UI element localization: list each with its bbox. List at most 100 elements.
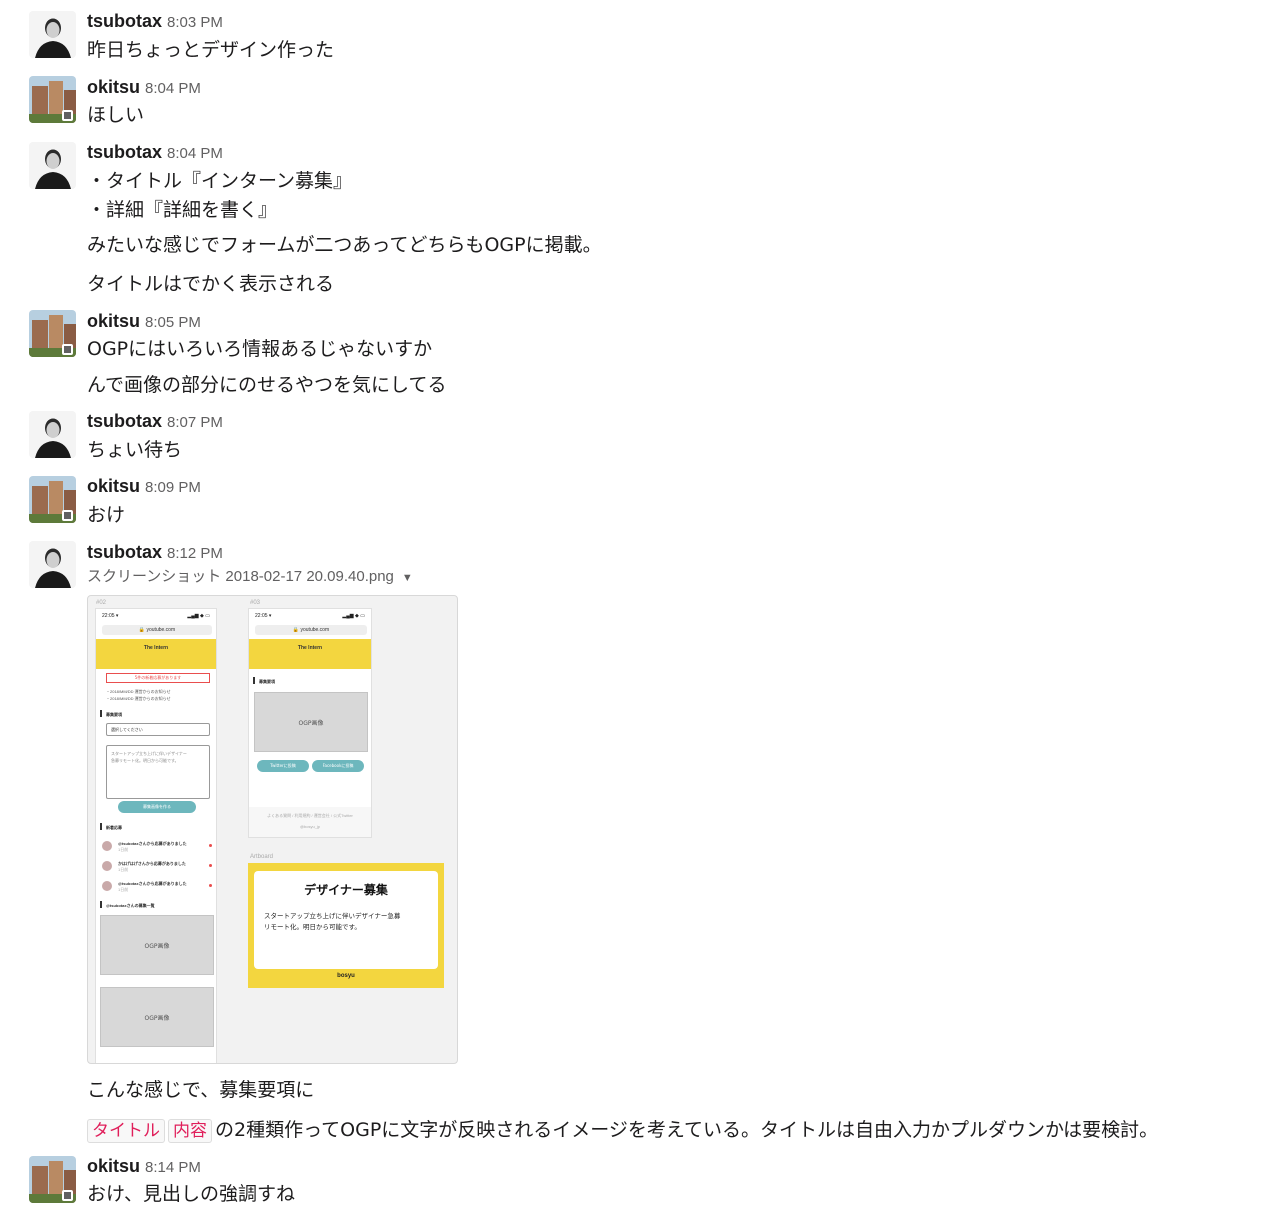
username[interactable]: tsubotax	[87, 542, 162, 562]
message-text: の2種類作ってOGPに文字が反映されるイメージを考えている。タイトルは自由入力か…	[215, 1119, 1159, 1141]
avatar-tsubotax[interactable]	[29, 541, 76, 588]
presence-indicator	[62, 1190, 73, 1201]
applicant-time: 1日前	[118, 847, 129, 852]
file-name[interactable]: スクリーンショット 2018-02-17 20.09.40.png	[87, 568, 394, 585]
artboard-label: #03	[250, 600, 261, 606]
timestamp[interactable]: 8:04 PM	[145, 80, 201, 97]
textarea-field: スタートアップ立ち上げに伴いデザイナー 急募リモート化。明日から可能です。	[106, 745, 210, 799]
timestamp[interactable]: 8:14 PM	[145, 1159, 201, 1176]
unread-dot	[209, 844, 212, 847]
phone-mockup-03: 22:05 ▾ ▂▄▆ ◆ ▭ 🔒 youtube.com The Intern …	[248, 608, 372, 838]
user-photo-icon	[29, 541, 76, 588]
textarea-text: 急募リモート化。明日から可能です。	[111, 758, 179, 763]
news-item: ・2018/MM/DD 運営からのお知らせ	[106, 696, 171, 701]
username[interactable]: okitsu	[87, 311, 140, 331]
message-text: おけ	[87, 504, 126, 526]
message-text-with-code: タイトル 内容 の2種類作ってOGPに文字が反映されるイメージを考えている。タイトル…	[87, 1118, 1158, 1143]
url-bar: 🔒 youtube.com	[102, 625, 212, 635]
message-text: ちょい待ち	[87, 439, 183, 461]
message-header: okitsu 8:05 PM	[87, 311, 201, 333]
signal-icon: ▂▄▆ ◆ ▭	[342, 613, 365, 619]
presence-indicator	[62, 510, 73, 521]
facebook-post-button: Facebookに投稿	[312, 760, 364, 772]
section-heading: 募集要項	[106, 712, 122, 717]
message-header: okitsu 8:14 PM	[87, 1156, 201, 1178]
message-text: OGPにはいろいろ情報あるじゃないすか	[87, 338, 433, 360]
username[interactable]: okitsu	[87, 476, 140, 496]
unread-dot	[209, 864, 212, 867]
message-text: みたいな感じでフォームが二つあってどちらもOGPに掲載。	[87, 234, 602, 256]
timestamp[interactable]: 8:09 PM	[145, 479, 201, 496]
username[interactable]: tsubotax	[87, 11, 162, 31]
twitter-post-button: Twitterに投稿	[257, 760, 309, 772]
timestamp[interactable]: 8:12 PM	[167, 545, 223, 562]
ogp-placeholder: OGP画像	[100, 915, 214, 975]
section-marker	[253, 677, 255, 684]
inline-code: タイトル	[87, 1119, 165, 1143]
phone-footer: よくある質問 / 利用規約 / 運営会社 / 公式Twitter @bosyu_…	[249, 807, 371, 837]
create-image-button: 募集画像を作る	[118, 801, 196, 813]
ogp-placeholder: OGP画像	[254, 692, 368, 752]
section-marker	[100, 823, 102, 830]
username[interactable]: okitsu	[87, 1156, 140, 1176]
message-text: ・詳細『詳細を書く』	[87, 199, 278, 221]
presence-indicator	[62, 344, 73, 355]
section-marker	[100, 710, 102, 717]
user-photo-icon	[29, 411, 76, 458]
timestamp[interactable]: 8:05 PM	[145, 314, 201, 331]
message-header: okitsu 8:09 PM	[87, 476, 201, 498]
avatar-tsubotax[interactable]	[29, 411, 76, 458]
ogp-card-line: リモート化。明日から可能です。	[264, 923, 361, 931]
message-header: tsubotax 8:03 PM	[87, 11, 223, 33]
ogp-card-title: デザイナー募集	[304, 883, 388, 897]
alert-banner: 5件の新着応募があります	[106, 673, 210, 683]
image-attachment[interactable]: #02 #03 22:05 ▾ ▂▄▆ ◆ ▭ 🔒 youtube.com The…	[87, 595, 458, 1064]
timestamp[interactable]: 8:03 PM	[167, 14, 223, 31]
applicant-avatar	[102, 861, 112, 871]
signal-icon: ▂▄▆ ◆ ▭	[187, 613, 210, 619]
status-time: 22:05 ▾	[255, 613, 272, 619]
footer-links: よくある質問 / 利用規約 / 運営会社 / 公式Twitter	[267, 813, 353, 818]
textarea-text: スタートアップ立ち上げに伴いデザイナー	[111, 751, 187, 756]
username[interactable]: okitsu	[87, 77, 140, 97]
artboard-label: Artboard	[250, 854, 274, 860]
status-time: 22:05 ▾	[102, 613, 119, 619]
message-text: ・タイトル『インターン募集』	[87, 170, 353, 192]
section-marker	[100, 901, 102, 908]
applicant-time: 1日前	[118, 867, 129, 872]
section-heading: 募集要項	[259, 679, 275, 684]
footer-handle: @bosyu_jp	[299, 824, 321, 829]
news-item: ・2018/MM/DD 運営からのお知らせ	[106, 689, 171, 694]
user-photo-icon	[29, 142, 76, 189]
file-title[interactable]: スクリーンショット 2018-02-17 20.09.40.png ▼	[87, 567, 413, 588]
timestamp[interactable]: 8:07 PM	[167, 414, 223, 431]
message-text: おけ、見出しの強調すね	[87, 1183, 296, 1205]
avatar-tsubotax[interactable]	[29, 142, 76, 189]
phone-mockup-02: 22:05 ▾ ▂▄▆ ◆ ▭ 🔒 youtube.com The Intern …	[95, 608, 217, 1063]
artboard-label: #02	[96, 600, 107, 606]
applicant-avatar	[102, 881, 112, 891]
inline-code: 内容	[168, 1119, 212, 1143]
chevron-down-icon[interactable]: ▼	[402, 568, 413, 588]
status-bar: 22:05 ▾ ▂▄▆ ◆ ▭	[96, 609, 216, 623]
message-header: okitsu 8:04 PM	[87, 77, 201, 99]
app-header: The Intern	[249, 639, 371, 669]
message-header: tsubotax 8:07 PM	[87, 411, 223, 433]
ogp-card-line: スタートアップ立ち上げに伴いデザイナー急募	[264, 912, 401, 920]
section-heading: 新着応募	[106, 825, 122, 830]
username[interactable]: tsubotax	[87, 411, 162, 431]
timestamp[interactable]: 8:04 PM	[167, 145, 223, 162]
message-text: タイトルはでかく表示される	[87, 273, 335, 295]
status-bar: 22:05 ▾ ▂▄▆ ◆ ▭	[249, 609, 371, 623]
ogp-card-body: デザイナー募集 スタートアップ立ち上げに伴いデザイナー急募 リモート化。明日から…	[254, 871, 438, 969]
ogp-card-preview: デザイナー募集 スタートアップ立ち上げに伴いデザイナー急募 リモート化。明日から…	[248, 863, 444, 988]
applicant-avatar	[102, 841, 112, 851]
avatar-tsubotax[interactable]	[29, 11, 76, 58]
applicant-text: @tsubotaxさんから応募がありました	[118, 841, 187, 846]
message-text: 昨日ちょっとデザイン作った	[87, 39, 335, 61]
presence-indicator	[62, 110, 73, 121]
message-header: tsubotax 8:04 PM	[87, 142, 223, 164]
applicant-text: @tsubotaxさんから応募がありました	[118, 881, 187, 886]
username[interactable]: tsubotax	[87, 142, 162, 162]
message-header: tsubotax 8:12 PM	[87, 542, 223, 564]
